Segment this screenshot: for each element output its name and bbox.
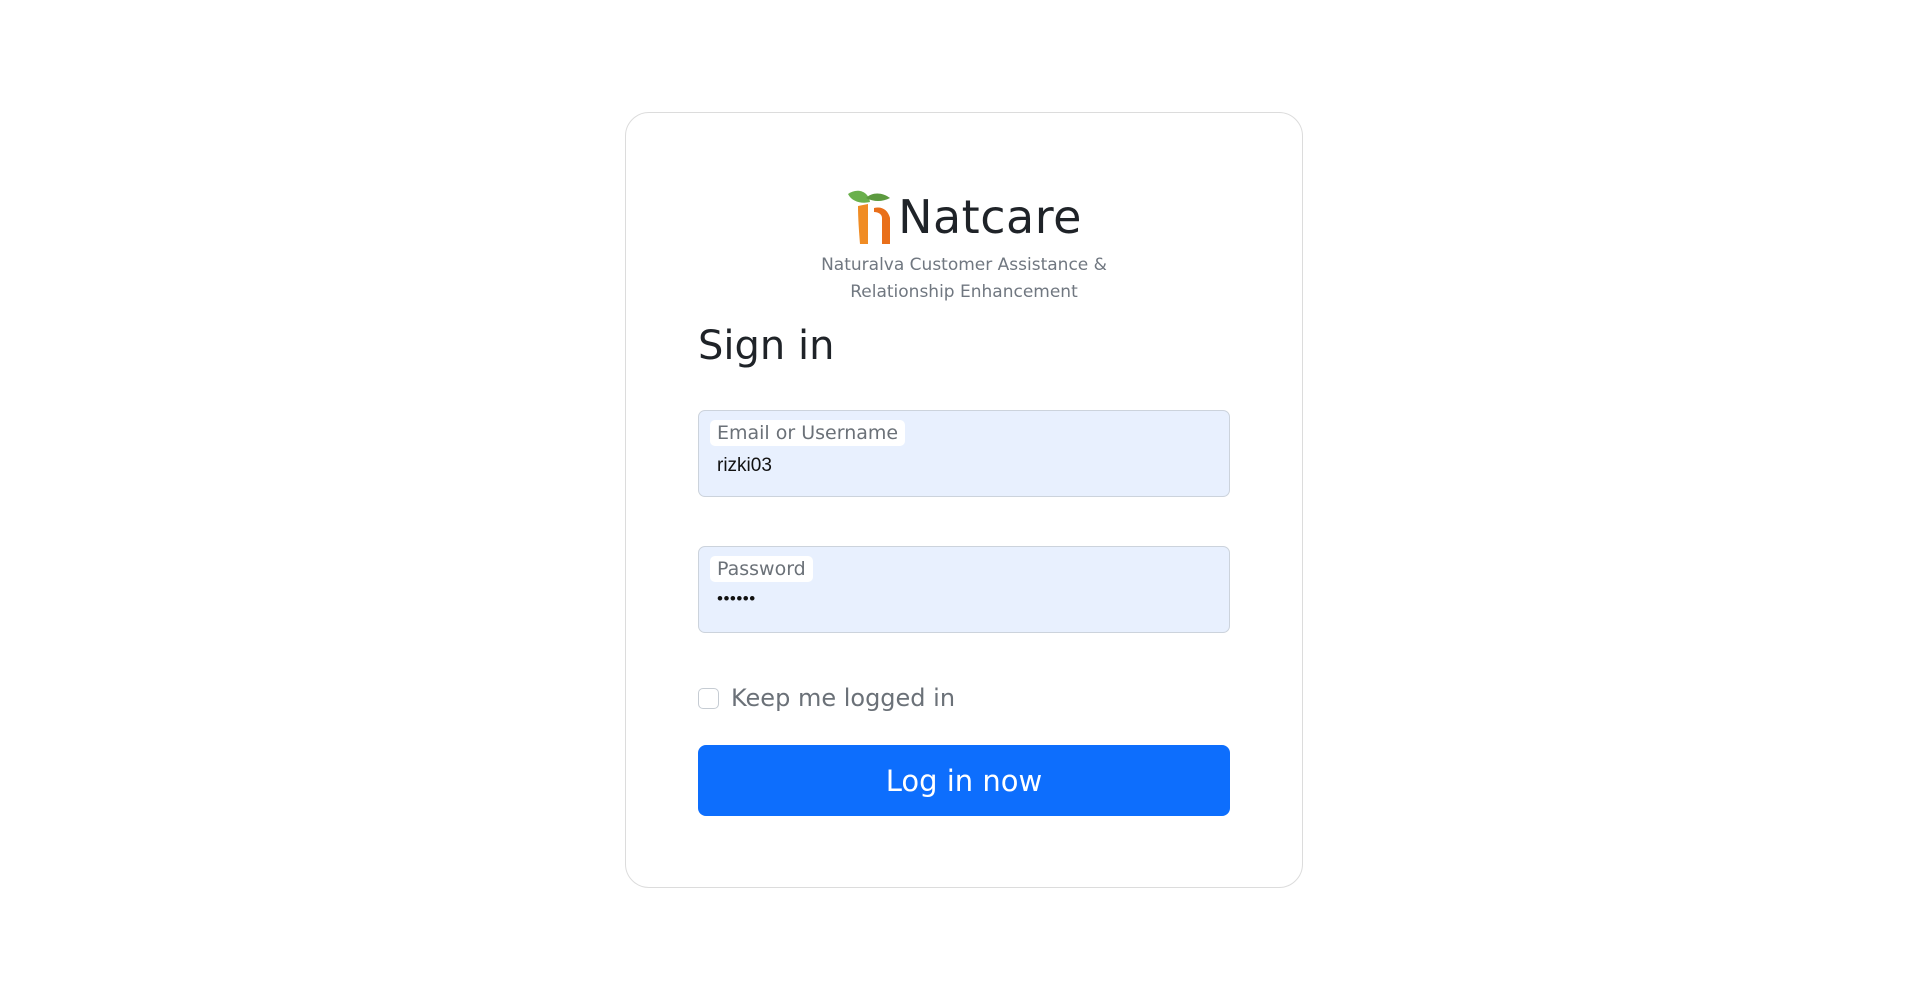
login-button[interactable]: Log in now	[698, 745, 1230, 816]
brand-subtitle-line-1: Naturalva Customer Assistance &	[821, 255, 1107, 275]
remember-me[interactable]: Keep me logged in	[698, 684, 955, 712]
password-field[interactable]: Password ••••••	[698, 546, 1230, 633]
password-label: Password	[710, 556, 813, 582]
username-input[interactable]: rizki03	[717, 455, 772, 477]
page-title: Sign in	[698, 323, 835, 369]
natcare-logo-icon	[848, 190, 891, 244]
username-field[interactable]: Email or Username rizki03	[698, 410, 1230, 497]
brand-header: Natcare Naturalva Customer Assistance & …	[626, 185, 1302, 306]
remember-checkbox[interactable]	[698, 687, 719, 709]
brand-name: Natcare	[898, 190, 1082, 244]
remember-label[interactable]: Keep me logged in	[731, 684, 955, 712]
brand-subtitle: Naturalva Customer Assistance & Relation…	[626, 252, 1302, 306]
brand-row: Natcare	[846, 185, 1082, 249]
brand-subtitle-line-2: Relationship Enhancement	[850, 282, 1078, 302]
username-label: Email or Username	[710, 420, 906, 446]
login-card: Natcare Naturalva Customer Assistance & …	[625, 112, 1303, 888]
password-input[interactable]: ••••••	[717, 589, 756, 609]
